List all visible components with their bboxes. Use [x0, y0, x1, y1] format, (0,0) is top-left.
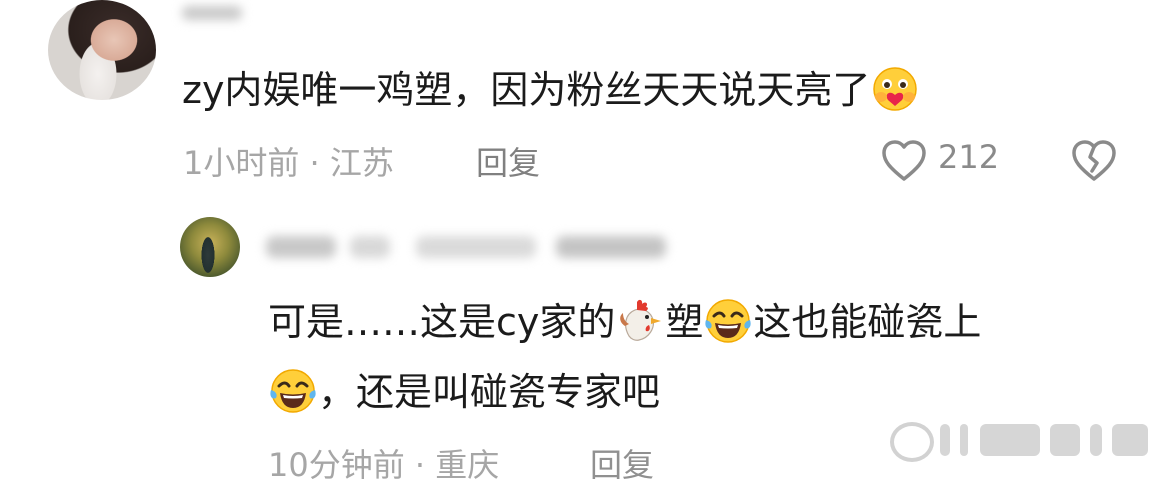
reply-time-location: 10分钟前 · 重庆 [268, 446, 500, 484]
broken-heart-icon[interactable] [1070, 137, 1118, 185]
reply-text-part: 可是……这是cy家的 [268, 300, 616, 344]
reply-text-part: ，还是叫碰瓷专家吧 [318, 370, 661, 414]
reply-text-part: 塑 [665, 300, 704, 344]
reply-username-blurred[interactable] [266, 226, 696, 266]
rooster-icon [620, 299, 662, 341]
comment-body: zy内娱唯一鸡塑，因为粉丝天天说天亮了 [182, 68, 871, 112]
reply-text-line1: 可是……这是cy家的 塑 这也能碰瓷上 [268, 294, 981, 350]
reply-button[interactable]: 回复 [590, 440, 654, 486]
reply-avatar[interactable] [180, 217, 240, 277]
reply-text-line2: ，还是叫碰瓷专家吧 [268, 364, 660, 420]
hugging-heart-face-icon [873, 66, 918, 111]
watermark-logo [890, 420, 1160, 462]
comment-time-location: 1小时前 · 江苏 [183, 144, 394, 182]
heart-outline-icon[interactable] [880, 137, 928, 185]
username-blurred[interactable] [182, 0, 272, 26]
reply-button[interactable]: 回复 [476, 138, 540, 184]
laughing-tears-face-icon [270, 368, 316, 413]
avatar[interactable] [48, 0, 156, 100]
like-count: 212 [938, 138, 1000, 176]
laughing-tears-face-icon [705, 298, 752, 343]
comment-text: zy内娱唯一鸡塑，因为粉丝天天说天亮了 [182, 62, 920, 118]
reply-text-part: 这也能碰瓷上 [753, 300, 982, 344]
